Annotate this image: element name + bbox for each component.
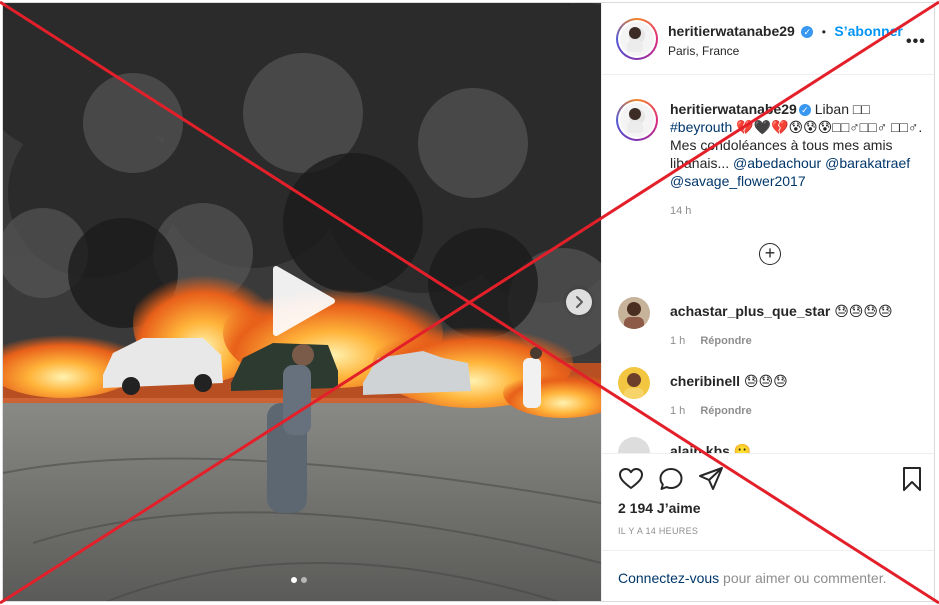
- comment-icon[interactable]: [658, 466, 684, 492]
- plus-circle-icon[interactable]: +: [759, 243, 781, 265]
- follow-button[interactable]: S’abonner: [834, 23, 902, 39]
- likes-count[interactable]: 2 194 J’aime: [618, 500, 701, 516]
- carousel-indicator: [291, 577, 307, 585]
- comment-text: 😓😓😓😓: [834, 303, 893, 319]
- commenter-avatar[interactable]: [618, 367, 650, 399]
- hashtag-link[interactable]: #beyrouth: [670, 119, 732, 135]
- commenter-username[interactable]: achastar_plus_que_star: [670, 303, 830, 319]
- mention-link[interactable]: @barakatraef: [825, 155, 910, 171]
- author-username[interactable]: heritierwatanabe29: [668, 23, 795, 39]
- reply-button[interactable]: Répondre: [700, 405, 751, 417]
- share-icon[interactable]: [698, 466, 724, 492]
- commenter-avatar[interactable]: [618, 297, 650, 329]
- avatar-photo: [627, 27, 643, 54]
- comment-text: 😓😓😓: [743, 373, 788, 389]
- author-avatar[interactable]: [616, 18, 658, 60]
- caption-username[interactable]: heritierwatanabe29: [670, 101, 797, 117]
- mention-link[interactable]: @savage_flower2017: [670, 173, 806, 189]
- comment-time[interactable]: 1 h: [670, 405, 685, 417]
- separator-dot: •: [821, 25, 826, 39]
- login-link[interactable]: Connectez-vous: [618, 570, 719, 586]
- post-actions: 2 194 J’aime IL Y A 14 HEURES Connectez-…: [602, 453, 934, 601]
- login-prompt-bar: Connectez-vous pour aimer ou commenter.: [602, 550, 934, 601]
- bookmark-icon[interactable]: [899, 466, 925, 492]
- heart-icon[interactable]: [618, 466, 644, 492]
- caption-segment: Liban □□: [810, 101, 870, 117]
- mention-link[interactable]: @abedachour: [733, 155, 821, 171]
- post-timestamp[interactable]: IL Y A 14 HEURES: [618, 526, 698, 536]
- more-options-icon[interactable]: •••: [906, 33, 926, 51]
- caption-author-avatar[interactable]: [616, 99, 658, 141]
- post-sidebar: heritierwatanabe29 ✓ • S’abonner Paris, …: [601, 3, 934, 601]
- carousel-dot: [301, 577, 307, 583]
- verified-badge-icon: ✓: [798, 104, 811, 117]
- instagram-post: heritierwatanabe29 ✓ • S’abonner Paris, …: [2, 2, 935, 602]
- next-media-button[interactable]: [566, 289, 592, 315]
- carousel-dot-active: [291, 577, 297, 583]
- login-prompt-text: pour aimer ou commenter.: [719, 570, 887, 586]
- play-icon[interactable]: [266, 265, 338, 337]
- commenter-username[interactable]: cheribinell: [670, 373, 740, 389]
- caption-text: heritierwatanabe29 ✓ Liban □□ #beyrouth 💔…: [670, 100, 928, 190]
- verified-badge-icon: ✓: [801, 25, 814, 38]
- avatar-photo: [627, 108, 643, 135]
- post-location[interactable]: Paris, France: [668, 44, 739, 58]
- reply-button[interactable]: Répondre: [700, 335, 751, 347]
- post-media[interactable]: [3, 3, 601, 601]
- post-header: heritierwatanabe29 ✓ • S’abonner Paris, …: [602, 3, 934, 75]
- chevron-right-icon: [576, 296, 583, 308]
- caption-time[interactable]: 14 h: [670, 205, 691, 217]
- comment-time[interactable]: 1 h: [670, 335, 685, 347]
